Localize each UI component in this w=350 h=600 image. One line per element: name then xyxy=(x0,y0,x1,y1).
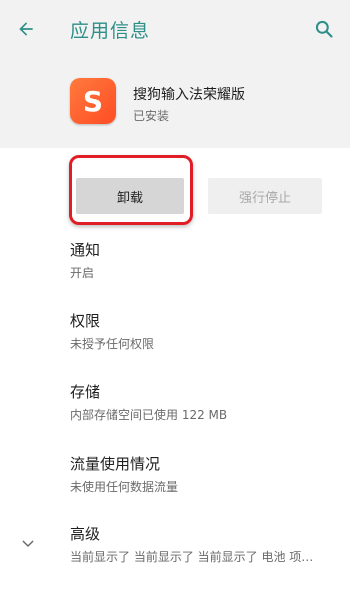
arrow-left-icon xyxy=(19,22,33,36)
item-subtitle: 未使用任何数据流量 xyxy=(70,480,179,494)
chevron-down-icon[interactable] xyxy=(16,532,40,556)
settings-item-notifications[interactable]: 通知 开启 xyxy=(70,240,340,282)
search-button[interactable] xyxy=(310,15,338,43)
svg-text:S: S xyxy=(83,85,103,118)
item-title: 流量使用情况 xyxy=(70,455,161,473)
settings-item-storage[interactable]: 存储 内部存储空间已使用 122 MB xyxy=(70,382,340,424)
search-icon xyxy=(315,20,333,38)
app-header: S 搜狗输入法荣耀版 已安装 xyxy=(0,58,350,148)
item-title: 高级 xyxy=(70,525,101,543)
app-info-screen: 应用信息 S 搜狗输入法荣耀版 已安装 卸载 强行停止 通知 开启 权限 未授予… xyxy=(0,0,350,600)
settings-item-permissions[interactable]: 权限 未授予任何权限 xyxy=(70,311,340,353)
sogou-app-icon: S xyxy=(70,78,116,124)
item-subtitle: 开启 xyxy=(70,266,95,280)
force-stop-button[interactable]: 强行停止 xyxy=(208,178,322,214)
item-title: 存储 xyxy=(70,383,101,401)
item-subtitle: 未授予任何权限 xyxy=(70,337,155,351)
item-subtitle: 当前显示了 当前显示了 当前显示了 电池 项… xyxy=(70,550,314,564)
item-title: 权限 xyxy=(70,312,101,330)
page-title: 应用信息 xyxy=(70,20,151,42)
item-title: 通知 xyxy=(70,241,101,259)
uninstall-button[interactable]: 卸载 xyxy=(76,178,184,214)
item-subtitle: 内部存储空间已使用 122 MB xyxy=(70,408,228,422)
settings-item-advanced[interactable]: 高级 当前显示了 当前显示了 当前显示了 电池 项… xyxy=(70,524,340,566)
install-status: 已安装 xyxy=(133,109,170,123)
settings-item-data-usage[interactable]: 流量使用情况 未使用任何数据流量 xyxy=(70,454,340,496)
app-bar: 应用信息 xyxy=(0,0,350,58)
app-name: 搜狗输入法荣耀版 xyxy=(133,87,245,103)
sogou-s-icon: S xyxy=(83,85,103,118)
back-button[interactable] xyxy=(12,15,40,43)
